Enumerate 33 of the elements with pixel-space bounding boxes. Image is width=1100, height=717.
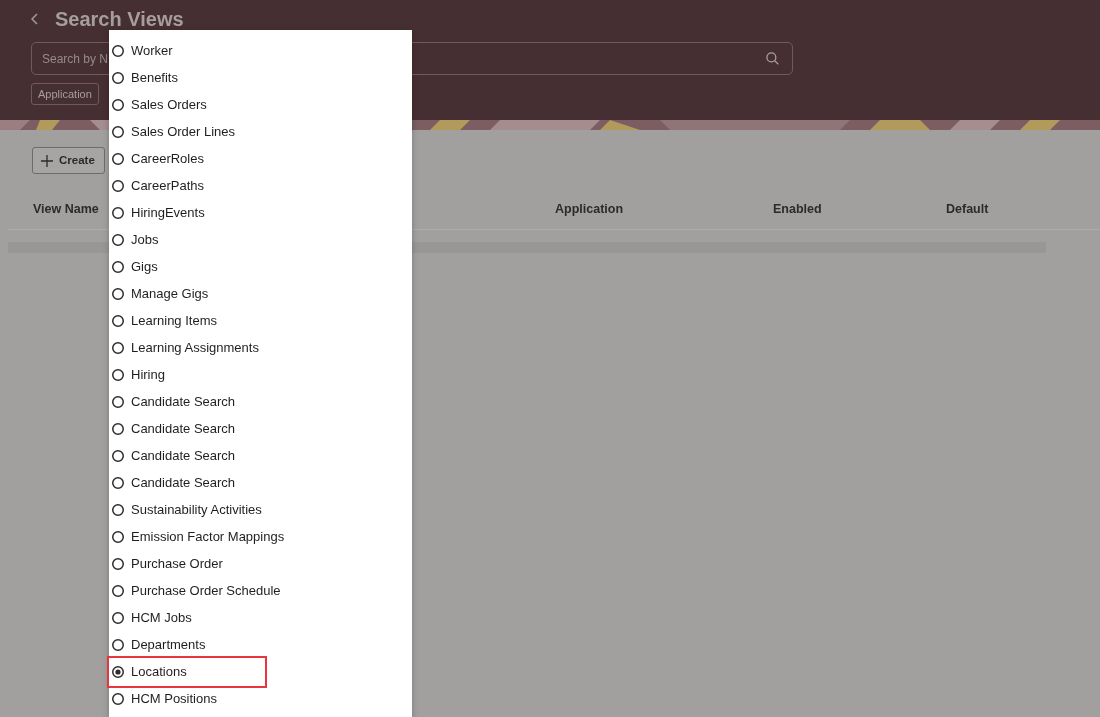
radio-option[interactable]: CareerPaths [107, 172, 267, 199]
radio-option[interactable]: Hiring [107, 361, 267, 388]
create-button[interactable]: Create [32, 147, 105, 174]
radio-option[interactable]: Learning Assignments [107, 334, 269, 361]
radio-option[interactable]: Jobs [107, 226, 267, 253]
radio-option[interactable]: HiringEvents [107, 199, 267, 226]
chevron-left-icon [31, 13, 38, 25]
column-header: Enabled [773, 201, 822, 217]
radio-option[interactable]: Candidate Search [107, 442, 267, 469]
radio-option[interactable]: Candidate Search [107, 415, 267, 442]
column-header: Application [555, 201, 624, 217]
radio-option[interactable]: CareerRoles [107, 145, 267, 172]
radio-option[interactable]: Learning Items [107, 307, 267, 334]
radio-option[interactable]: Purchase Order Schedule [107, 577, 291, 604]
radio-option[interactable]: HCM Positions [107, 685, 267, 712]
radio-option[interactable]: HCM Jobs [107, 604, 267, 631]
radio-option[interactable]: Sales Orders [107, 91, 267, 118]
column-header: View Name [33, 201, 99, 217]
radio-option[interactable]: Candidate Search [107, 388, 267, 415]
filter-chip[interactable]: Application [31, 83, 99, 105]
radio-option[interactable]: Sales Order Lines [107, 118, 267, 145]
search-icon[interactable] [766, 52, 779, 65]
column-header: Default [946, 201, 989, 217]
radio-option[interactable]: Gigs [107, 253, 267, 280]
radio-option[interactable]: Candidate Search [107, 469, 267, 496]
radio-option[interactable]: Departments [107, 631, 267, 658]
radio-option[interactable]: Emission Factor Mappings [107, 523, 295, 550]
radio-option[interactable]: Purchase Order [107, 550, 267, 577]
radio-option[interactable]: Sustainability Activities [107, 496, 272, 523]
radio-option[interactable]: Locations [107, 655, 267, 688]
page-title: Search Views [55, 7, 184, 31]
radio-option[interactable]: Manage Gigs [107, 280, 267, 307]
plus-icon [41, 154, 53, 167]
